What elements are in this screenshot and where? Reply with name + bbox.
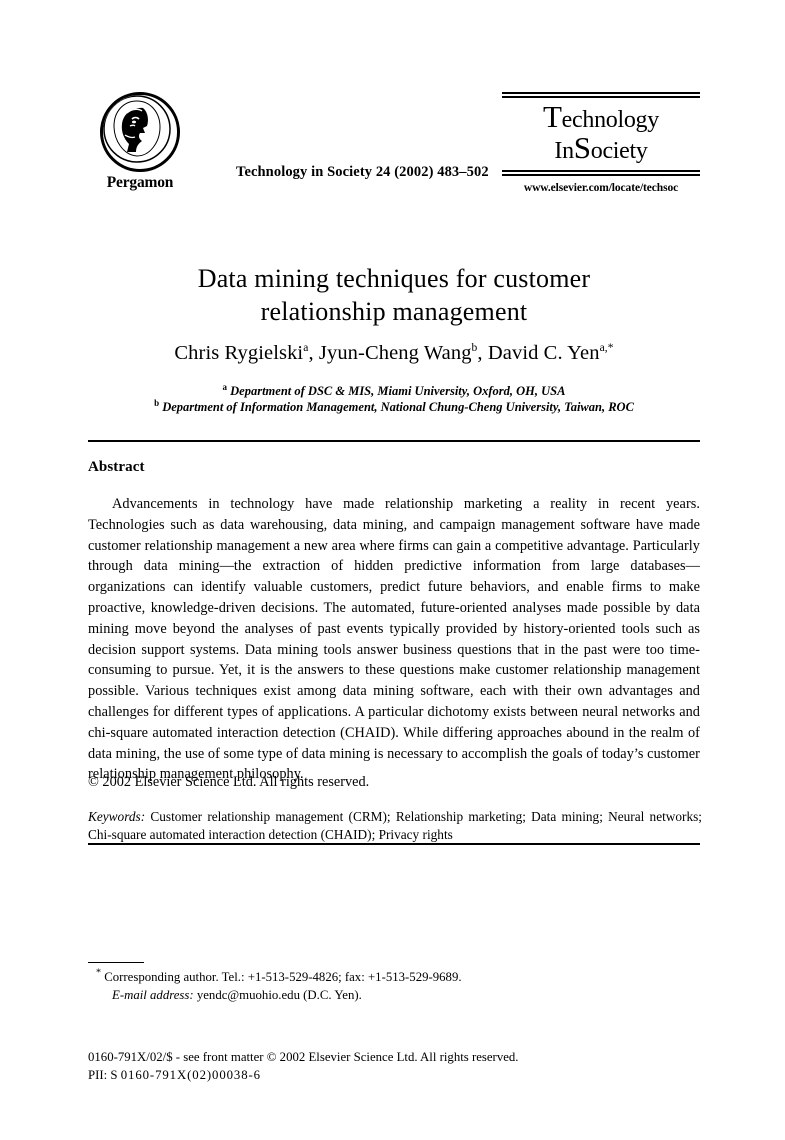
keywords: Keywords: Customer relationship manageme… [88, 808, 702, 843]
author-name-2: Jyun-Cheng Wang [318, 342, 472, 364]
journal-logo: Technology InSociety www.elsevier.com/lo… [502, 92, 700, 194]
page-title: Data mining techniques for customer rela… [88, 262, 700, 328]
affiliations: a Department of DSC & MIS, Miami Univers… [88, 381, 700, 416]
keywords-label: Keywords: [88, 809, 146, 824]
logo-rule-top [502, 92, 700, 98]
imprint: 0160-791X/02/$ - see front matter © 2002… [88, 1048, 700, 1084]
footnote-rule [88, 962, 144, 963]
imprint-pii: PII: S 0160-791X(02)00038-6 [88, 1066, 700, 1084]
corresponding-author-note: * Corresponding author. Tel.: +1-513-529… [88, 968, 700, 986]
abstract-rule-bottom [88, 843, 700, 845]
affiliation-text-b: Department of Information Management, Na… [162, 399, 634, 414]
pii-label: PII: S [88, 1068, 118, 1082]
author-name-3: David C. Yen [487, 342, 600, 364]
email-label: E-mail address: [112, 988, 194, 1002]
abstract-copyright: © 2002 Elsevier Science Ltd. All rights … [88, 774, 370, 790]
journal-logo-cap-s: S [573, 130, 591, 165]
journal-logo-line-2: InSociety [502, 132, 700, 165]
publisher-name: Pergamon [106, 174, 174, 191]
author-marker-2: b [471, 342, 478, 355]
journal-logo-line2-pre: In [554, 138, 574, 164]
affiliation-marker-b: b [154, 397, 160, 408]
footnote-marker: * [96, 967, 101, 979]
author-list: Chris Rygielskia, Jyun-Cheng Wangb, Davi… [174, 342, 614, 364]
logo-rule-bottom [502, 170, 700, 176]
author-marker-3: a,* [599, 342, 614, 355]
masthead: Pergamon Technology in Society 24 (2002)… [88, 92, 700, 212]
affiliation-b: b Department of Information Management, … [88, 397, 700, 416]
affiliation-a: a Department of DSC & MIS, Miami Univers… [88, 381, 700, 400]
abstract-body: Advancements in technology have made rel… [88, 496, 700, 783]
author-name-1: Chris Rygielski [174, 342, 304, 364]
journal-logo-line-1: Technology [502, 101, 700, 134]
affiliation-text-a: Department of DSC & MIS, Miami Universit… [230, 384, 566, 398]
journal-logo-line2-rest: ociety [590, 138, 648, 164]
imprint-front-matter: 0160-791X/02/$ - see front matter © 2002… [88, 1050, 519, 1064]
pergamon-medallion-icon [100, 92, 180, 172]
title-line-2: relationship management [260, 297, 528, 326]
abstract-heading: Abstract [88, 459, 145, 475]
author-marker-1: a [303, 342, 309, 355]
affiliation-marker-a: a [222, 381, 228, 392]
pii-value: 0160-791X(02)00038-6 [120, 1068, 261, 1082]
publisher-logo: Pergamon [88, 92, 192, 192]
paper-page: Pergamon Technology in Society 24 (2002)… [0, 0, 785, 1140]
journal-reference: Technology in Society 24 (2002) 483–502 [236, 164, 489, 180]
keywords-text: Customer relationship management (CRM); … [88, 809, 702, 842]
title-line-1: Data mining techniques for customer [197, 264, 591, 293]
footnote: * Corresponding author. Tel.: +1-513-529… [88, 968, 700, 1004]
journal-logo-cap-t: T [543, 99, 562, 134]
abstract-rule-top [88, 440, 700, 442]
email-value[interactable]: yendc@muohio.edu (D.C. Yen). [197, 988, 362, 1002]
corresponding-author-text: Corresponding author. Tel.: +1-513-529-4… [104, 970, 462, 984]
journal-logo-text: Technology InSociety [502, 101, 700, 168]
email-note: E-mail address: yendc@muohio.edu (D.C. Y… [88, 986, 700, 1004]
journal-url[interactable]: www.elsevier.com/locate/techsoc [502, 182, 700, 194]
